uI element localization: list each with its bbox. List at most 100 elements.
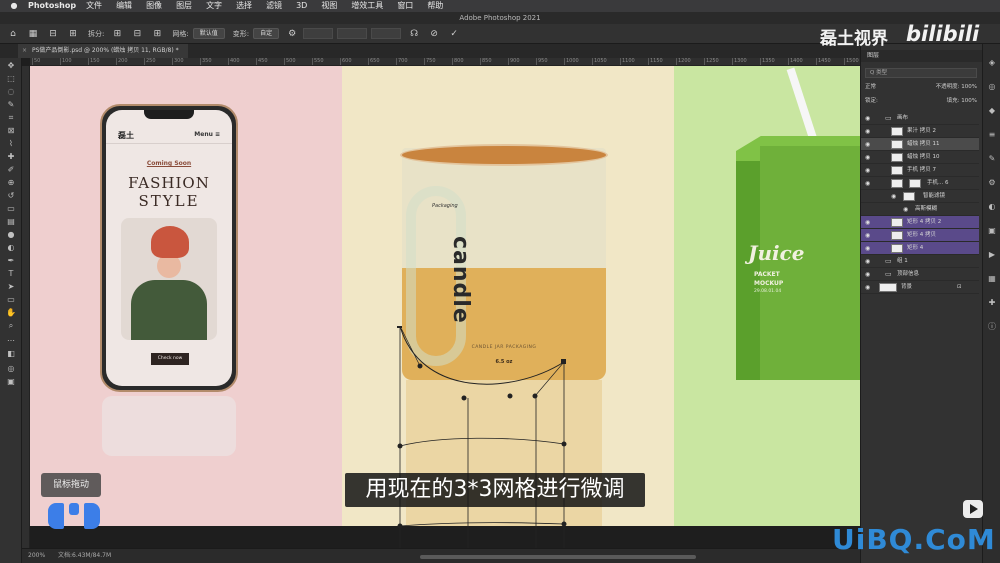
menu-layer[interactable]: 图层: [176, 0, 192, 12]
warp-select[interactable]: 自定: [253, 28, 280, 39]
split-h-icon[interactable]: ⊟: [130, 28, 144, 40]
path-select-icon[interactable]: ➤: [4, 281, 18, 292]
zoom-level[interactable]: 200%: [28, 549, 45, 563]
layer-row[interactable]: ◉ 果汁 拷贝 2: [861, 125, 979, 138]
warp-grid[interactable]: [360, 326, 570, 554]
layer-row[interactable]: ◉ 矩形 4 拷贝 2: [861, 216, 979, 229]
dodge-tool-icon[interactable]: ◐: [4, 242, 18, 253]
brush-dock-icon[interactable]: ✎: [987, 154, 997, 164]
actions-dock-icon[interactable]: ▶: [987, 250, 997, 260]
home-icon[interactable]: ⌂: [6, 28, 20, 40]
fill-field[interactable]: 填充: 100%: [947, 96, 977, 106]
grid-select[interactable]: 默认值: [192, 28, 225, 39]
menu-filter[interactable]: 滤镜: [266, 0, 282, 12]
healing-brush-icon[interactable]: ✚: [4, 151, 18, 162]
gear-icon[interactable]: ⚙: [285, 28, 299, 40]
cancel-icon[interactable]: ⊘: [427, 28, 441, 40]
bend-field[interactable]: [303, 28, 334, 39]
info-dock-icon[interactable]: ⓘ: [987, 322, 997, 332]
zoom-tool-icon[interactable]: ⌕: [4, 320, 18, 331]
channels-dock-icon[interactable]: ◎: [987, 82, 997, 92]
layer-row[interactable]: ◉ 手机 拷贝 7: [861, 164, 979, 177]
horizontal-scrollbar[interactable]: [420, 555, 696, 559]
split-horizontal-icon[interactable]: ⊟: [46, 28, 60, 40]
layer-row-canvas-group[interactable]: ◉ ▭ 画布: [861, 112, 979, 125]
eye-icon[interactable]: ◉: [865, 138, 870, 151]
layer-row-group[interactable]: ◉ ▭ 组 1: [861, 255, 979, 268]
opacity-field[interactable]: 不透明度: 100%: [936, 82, 977, 92]
glyphs-dock-icon[interactable]: ✚: [987, 298, 997, 308]
eye-icon[interactable]: ◉: [865, 164, 870, 177]
crop-tool-icon[interactable]: ⌗: [4, 112, 18, 123]
lasso-tool-icon[interactable]: ◌: [4, 86, 18, 97]
document-tab[interactable]: × PS做产品倒影.psd @ 200% (蜡烛 拷贝 11, RGB/8) *: [18, 44, 188, 58]
menu-file[interactable]: 文件: [86, 0, 102, 12]
edit-toolbar-icon[interactable]: …: [4, 333, 18, 344]
layer-row[interactable]: ◉ 手机... 6: [861, 177, 979, 190]
eye-icon[interactable]: ◉: [865, 151, 870, 164]
layer-row-background[interactable]: ◉ 背景 ⊡: [861, 281, 979, 294]
eye-icon[interactable]: ◉: [865, 177, 870, 190]
type-tool-icon[interactable]: T: [4, 268, 18, 279]
layer-row[interactable]: ◉ 矩形 4: [861, 242, 979, 255]
eye-icon[interactable]: ◉: [865, 242, 870, 255]
shape-tool-icon[interactable]: ▭: [4, 294, 18, 305]
smart-filter-row[interactable]: ◉ 高斯模糊: [861, 203, 979, 216]
move-tool-icon[interactable]: ✥: [4, 60, 18, 71]
layer-row-group[interactable]: ◉ ▭ 顶部信息: [861, 268, 979, 281]
eye-icon[interactable]: ◉: [891, 190, 896, 203]
blend-mode-select[interactable]: 正常: [865, 84, 876, 90]
eye-icon[interactable]: ◉: [865, 281, 870, 294]
smart-filter-row[interactable]: ◉ 智能滤镜: [861, 190, 979, 203]
blur-tool-icon[interactable]: ●: [4, 229, 18, 240]
brush-tool-icon[interactable]: ✐: [4, 164, 18, 175]
quick-mask-icon[interactable]: ◎: [4, 363, 18, 374]
clone-stamp-icon[interactable]: ⊕: [4, 177, 18, 188]
split-vertical-icon[interactable]: ⊞: [66, 28, 80, 40]
document-size[interactable]: 文档:6.43M/84.7M: [58, 549, 111, 563]
gradient-tool-icon[interactable]: ▤: [4, 216, 18, 227]
split-v-icon[interactable]: ⊞: [150, 28, 164, 40]
menu-edit[interactable]: 编辑: [116, 0, 132, 12]
apple-menu-icon[interactable]: ●: [8, 0, 20, 12]
commit-check-icon[interactable]: ✓: [447, 28, 461, 40]
layer-row[interactable]: ◉ 蜡烛 拷贝 10: [861, 151, 979, 164]
h-field[interactable]: [337, 28, 368, 39]
menu-view[interactable]: 视图: [321, 0, 337, 12]
color-swatches-icon[interactable]: ◧: [4, 348, 18, 359]
menu-plugins[interactable]: 增效工具: [351, 0, 383, 12]
puppet-icon[interactable]: ☊: [407, 28, 421, 40]
split-cross-icon[interactable]: ⊞: [110, 28, 124, 40]
menu-window[interactable]: 窗口: [397, 0, 413, 12]
layer-filter-input[interactable]: Q 类型: [865, 68, 977, 78]
menu-type[interactable]: 文字: [206, 0, 222, 12]
eye-icon[interactable]: ◉: [865, 216, 870, 229]
layer-row[interactable]: ◉ 矩形 4 拷贝: [861, 229, 979, 242]
history-brush-icon[interactable]: ↺: [4, 190, 18, 201]
eraser-tool-icon[interactable]: ▭: [4, 203, 18, 214]
eye-icon[interactable]: ◉: [865, 229, 870, 242]
v-field[interactable]: [371, 28, 402, 39]
layers-dock-icon[interactable]: ◈: [987, 58, 997, 68]
properties-dock-icon[interactable]: ⚙: [987, 178, 997, 188]
pen-tool-icon[interactable]: ✒: [4, 255, 18, 266]
menu-help[interactable]: 帮助: [427, 0, 443, 12]
frame-tool-icon[interactable]: ⊠: [4, 125, 18, 136]
eyedropper-icon[interactable]: ⌇: [4, 138, 18, 149]
eye-icon[interactable]: ◉: [903, 203, 908, 216]
marquee-tool-icon[interactable]: ⬚: [4, 73, 18, 84]
menu-image[interactable]: 图像: [146, 0, 162, 12]
layers-panel-title[interactable]: 图层: [861, 50, 983, 62]
adjustments-dock-icon[interactable]: ◐: [987, 202, 997, 212]
layer-row-selected[interactable]: ◉ 蜡烛 拷贝 11: [861, 138, 979, 151]
history-dock-icon[interactable]: ◆: [987, 106, 997, 116]
styles-dock-icon[interactable]: ▣: [987, 226, 997, 236]
screen-mode-icon[interactable]: ▣: [4, 376, 18, 387]
app-menu-photoshop[interactable]: Photoshop: [28, 0, 76, 12]
quick-select-icon[interactable]: ✎: [4, 99, 18, 110]
hand-tool-icon[interactable]: ✋: [4, 307, 18, 318]
play-icon[interactable]: [963, 500, 983, 518]
swatches-dock-icon[interactable]: ▦: [987, 274, 997, 284]
eye-icon[interactable]: ◉: [865, 125, 870, 138]
menu-3d[interactable]: 3D: [296, 0, 307, 12]
